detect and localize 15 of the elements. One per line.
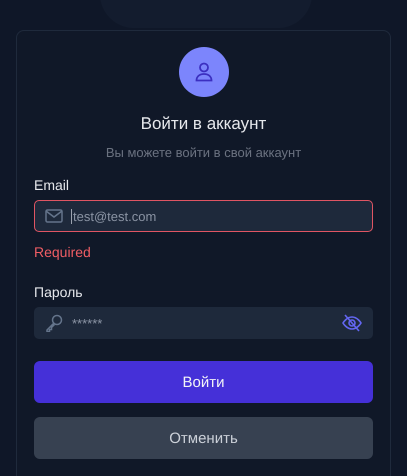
user-icon — [194, 62, 212, 82]
eye-off-icon[interactable] — [342, 314, 362, 332]
password-input[interactable]: ****** — [71, 316, 334, 330]
field-label: Email — [34, 177, 70, 193]
email-input[interactable]: test@test.com — [71, 208, 362, 224]
password-field[interactable]: ****** — [34, 307, 373, 339]
email-field[interactable]: test@test.com — [34, 200, 373, 232]
key-icon — [45, 314, 63, 332]
login-title: Войти в аккаунт — [140, 114, 266, 134]
cancel-button[interactable]: Отменить — [34, 417, 373, 459]
login-button[interactable]: Войти — [34, 361, 373, 403]
mail-icon — [45, 209, 63, 223]
field-label: Пароль — [34, 284, 83, 300]
error-message: Required — [34, 244, 91, 260]
login-subtitle: Вы можете войти в свой аккаунт — [106, 145, 302, 160]
